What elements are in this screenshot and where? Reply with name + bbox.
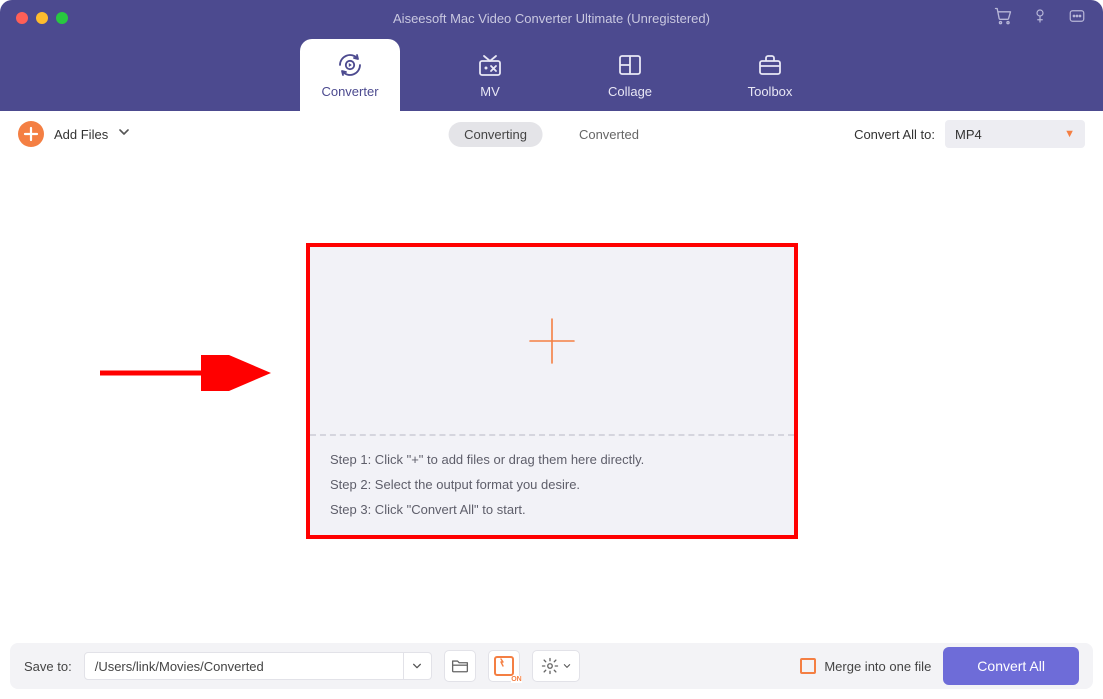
save-to-label: Save to: [24,659,72,674]
gpu-on-label: ON [511,676,522,683]
window-title: Aiseesoft Mac Video Converter Ultimate (… [0,11,1103,26]
toolbar: Add Files Converting Converted Convert A… [0,111,1103,157]
zoom-window-button[interactable] [56,12,68,24]
tab-label: Toolbox [748,84,793,99]
step-3: Step 3: Click "Convert All" to start. [330,502,774,517]
chevron-down-icon[interactable] [118,125,130,143]
convert-all-to-label: Convert All to: [854,127,935,142]
tab-label: Collage [608,84,652,99]
add-files-plus[interactable] [310,247,794,434]
tab-label: Converter [321,84,378,99]
minimize-window-button[interactable] [36,12,48,24]
dropzone[interactable]: Step 1: Click "+" to add files or drag t… [306,243,798,539]
caret-down-icon: ▼ [1064,128,1075,140]
titlebar: Aiseesoft Mac Video Converter Ultimate (… [0,0,1103,36]
main-navbar: Converter MV Collage Toolbox [0,36,1103,111]
save-path-dropdown[interactable] [404,652,432,680]
status-toggle: Converting Converted [448,122,655,147]
settings-button[interactable] [532,650,580,682]
open-folder-button[interactable] [444,650,476,682]
convert-all-button[interactable]: Convert All [943,647,1079,685]
merge-checkbox-group[interactable]: Merge into one file [800,658,931,674]
step-1: Step 1: Click "+" to add files or drag t… [330,452,774,467]
add-files-label: Add Files [54,127,108,142]
chevron-down-icon [563,662,571,670]
close-window-button[interactable] [16,12,28,24]
step-2: Step 2: Select the output format you des… [330,477,774,492]
format-value: MP4 [955,127,982,142]
add-files-button[interactable]: Add Files [18,121,130,147]
merge-checkbox[interactable] [800,658,816,674]
footer: Save to: /Users/link/Movies/Converted ON [10,643,1093,689]
cart-icon[interactable] [993,6,1013,31]
window-controls [16,12,68,24]
instructions: Step 1: Click "+" to add files or drag t… [310,436,794,535]
tab-toolbox[interactable]: Toolbox [720,39,820,111]
plus-icon [18,121,44,147]
gear-icon [541,657,559,675]
pill-converting[interactable]: Converting [448,122,543,147]
gpu-accel-button[interactable]: ON [488,650,520,682]
merge-label: Merge into one file [824,659,931,674]
convert-all-button-label: Convert All [977,658,1045,674]
key-icon[interactable] [1031,7,1049,30]
tab-collage[interactable]: Collage [580,39,680,111]
save-path-field[interactable]: /Users/link/Movies/Converted [84,652,404,680]
save-path-value: /Users/link/Movies/Converted [95,659,264,674]
tab-mv[interactable]: MV [440,39,540,111]
output-format-select[interactable]: MP4 ▼ [945,120,1085,148]
menu-icon[interactable] [1067,7,1087,30]
pill-converted[interactable]: Converted [563,122,655,147]
tab-label: MV [480,84,500,99]
tab-converter[interactable]: Converter [300,39,400,111]
chip-icon [494,656,514,676]
